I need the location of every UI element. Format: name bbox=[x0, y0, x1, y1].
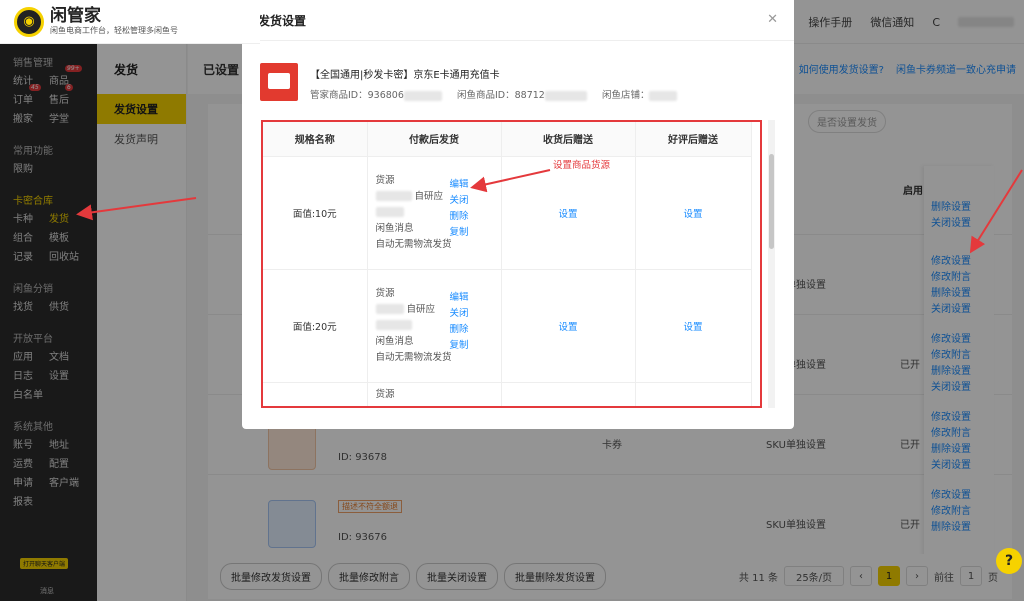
source-auto: 自动无需物流发货 bbox=[375, 351, 452, 363]
annotation-label: 设置商品货源 bbox=[553, 160, 611, 171]
column-after-payment: 付款后发货 bbox=[367, 122, 502, 157]
app-tagline: 闲鱼电商工作台，轻松管理多闲鱼号 bbox=[50, 26, 178, 35]
source-message: 闲鱼消息 删除 bbox=[375, 323, 469, 347]
table-row: 面值:10元 货源 自研应 编辑 关闭 闲鱼消息 删除 自动无需物流发货 复制 设置… bbox=[263, 156, 752, 270]
column-after-receipt: 收货后赠送 bbox=[501, 122, 636, 157]
table-row: 货源 bbox=[263, 382, 752, 406]
close-link[interactable]: 关闭 bbox=[450, 193, 469, 209]
delivery-settings-modal: 发货设置 ✕ 【全国通用|秒发卡密】京东E卡通用充值卡 管家商品ID：93680… bbox=[242, 0, 794, 429]
delete-link[interactable]: 删除 bbox=[450, 209, 469, 225]
column-after-review: 好评后赠送 bbox=[635, 122, 752, 157]
scrollbar-thumb[interactable] bbox=[769, 154, 774, 249]
xianyu-product-id: 闲鱼商品ID：88712 bbox=[457, 90, 545, 101]
edit-link[interactable]: 编辑 bbox=[450, 177, 469, 193]
source-message: 闲鱼消息 删除 bbox=[375, 210, 469, 234]
merchant-product-id: 管家商品ID：936806 bbox=[310, 90, 404, 101]
spec-table: 规格名称 付款后发货 收货后赠送 好评后赠送 面值:10元 货源 自研应 编辑 关… bbox=[261, 120, 762, 408]
spec-name: 面值:20元 bbox=[263, 269, 368, 383]
source-title: 货源 bbox=[375, 287, 395, 299]
close-link[interactable]: 关闭 bbox=[450, 306, 469, 322]
column-spec-name: 规格名称 bbox=[263, 122, 368, 157]
source-title: 货源 bbox=[375, 174, 395, 186]
app-logo: ◉ 闲管家 闲鱼电商工作台，轻松管理多闲鱼号 bbox=[0, 0, 260, 44]
source-type: 自研应 bbox=[406, 303, 436, 315]
product-summary: 【全国通用|秒发卡密】京东E卡通用充值卡 管家商品ID：936806 闲鱼商品I… bbox=[260, 63, 780, 103]
source-type: 自研应 bbox=[414, 190, 444, 202]
review-gift-setting-link[interactable]: 设置 bbox=[683, 322, 702, 333]
product-image bbox=[260, 63, 298, 101]
table-scrollbar[interactable] bbox=[768, 120, 775, 408]
source-cell: 货源 自研应 编辑 关闭 闲鱼消息 删除 自动无需物流发货 复制 bbox=[367, 269, 502, 383]
product-meta: 管家商品ID：936806 闲鱼商品ID：88712 闲鱼店铺： bbox=[310, 87, 678, 101]
spec-name: 面值:10元 bbox=[263, 156, 368, 270]
source-title: 货源 bbox=[375, 388, 395, 400]
close-icon[interactable]: ✕ bbox=[767, 12, 778, 27]
product-name: 【全国通用|秒发卡密】京东E卡通用充值卡 bbox=[310, 70, 500, 81]
edit-link[interactable]: 编辑 bbox=[450, 290, 469, 306]
receive-gift-setting-link[interactable]: 设置 bbox=[558, 209, 577, 220]
delete-link[interactable]: 删除 bbox=[450, 322, 469, 338]
table-row: 面值:20元 货源 自研应 编辑 关闭 闲鱼消息 删除 自动无需物流发货 复制 设置… bbox=[263, 269, 752, 383]
copy-link[interactable]: 复制 bbox=[450, 225, 469, 241]
review-gift-setting-link[interactable]: 设置 bbox=[683, 209, 702, 220]
xianyu-shop: 闲鱼店铺： bbox=[601, 90, 650, 101]
receive-gift-setting-link[interactable]: 设置 bbox=[558, 322, 577, 333]
source-auto: 自动无需物流发货 bbox=[375, 238, 452, 250]
modal-title: 发货设置 bbox=[242, 0, 794, 41]
copy-link[interactable]: 复制 bbox=[450, 338, 469, 354]
source-cell: 货源 自研应 编辑 关闭 闲鱼消息 删除 自动无需物流发货 复制 bbox=[367, 156, 502, 270]
app-name: 闲管家 bbox=[50, 6, 101, 26]
help-icon[interactable]: ? bbox=[996, 548, 1022, 574]
logo-icon: ◉ bbox=[14, 6, 44, 37]
